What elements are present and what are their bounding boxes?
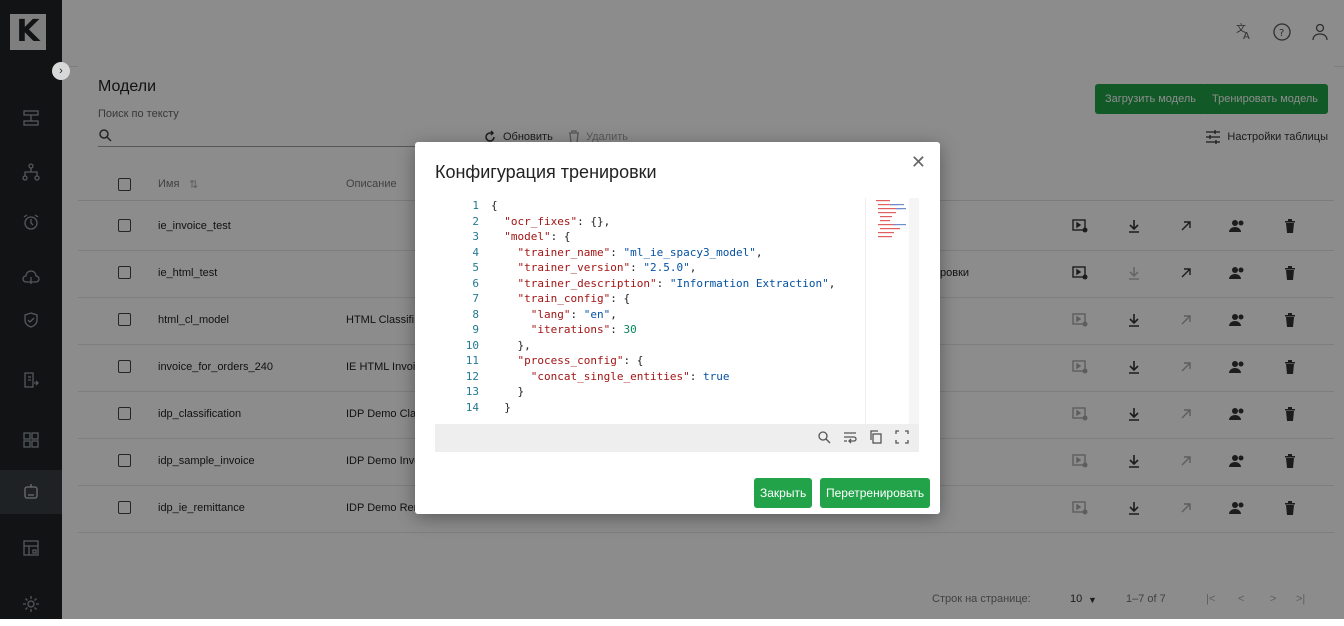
line-number: 1 [472, 199, 479, 212]
code-line[interactable]: "trainer_version": "2.5.0", [491, 260, 835, 276]
json-editor[interactable]: 1 2 3 4 5 6 7 8 9 10 11 12 13 14 { "ocr_fixes": {}, "… [435, 198, 919, 424]
line-number: 13 [465, 385, 479, 398]
code-line[interactable]: "model": { [491, 229, 835, 245]
editor-toolbar [435, 424, 919, 452]
line-number: 2 [472, 214, 479, 228]
line-number: 8 [472, 307, 479, 321]
line-number: 3 [472, 230, 479, 243]
fullscreen-icon[interactable] [895, 430, 909, 447]
code-line[interactable]: "ocr_fixes": {}, [491, 214, 835, 230]
line-number: 12 [465, 369, 479, 383]
code-line[interactable]: "trainer_description": "Information Extr… [491, 276, 836, 292]
code-line[interactable]: "lang": "en", [491, 307, 835, 323]
code-area[interactable]: 1 2 3 4 5 6 7 8 9 10 11 12 13 14 { "ocr_fixes": {}, "… [435, 198, 862, 424]
code-line[interactable]: { [491, 198, 835, 214]
line-number: 7 [472, 292, 479, 305]
line-number: 14 [465, 400, 479, 414]
find-icon[interactable] [817, 430, 831, 447]
code-line[interactable]: } [491, 384, 835, 400]
line-number: 4 [472, 245, 479, 259]
code-line[interactable]: }, [491, 338, 835, 354]
code-line[interactable]: "concat_single_entities": true [491, 369, 835, 385]
code-lines[interactable]: { "ocr_fixes": {}, "model": { "trainer_n… [491, 198, 835, 415]
retrain-button[interactable]: Перетренировать [820, 478, 931, 508]
line-numbers: 1 2 3 4 5 6 7 8 9 10 11 12 13 14 [435, 198, 479, 415]
line-number: 9 [472, 323, 479, 336]
code-line[interactable]: "process_config": { [491, 353, 835, 369]
code-line[interactable]: "train_config": { [491, 291, 835, 307]
sidebar-expand-button[interactable]: › [52, 62, 70, 80]
close-icon[interactable]: ✕ [911, 152, 926, 173]
line-number: 11 [465, 354, 479, 367]
minimap[interactable] [865, 198, 910, 424]
code-line[interactable]: } [491, 400, 835, 416]
editor-scrollbar[interactable] [909, 198, 919, 424]
close-button[interactable]: Закрыть [754, 478, 813, 508]
line-number: 5 [472, 261, 479, 274]
training-config-dialog: Конфигурация тренировки ✕ 1 2 3 4 5 6 7 8 9 10 11 1… [415, 142, 940, 514]
line-number: 10 [465, 338, 479, 352]
dialog-title: Конфигурация тренировки [435, 162, 657, 182]
code-line[interactable]: "iterations": 30 [491, 322, 835, 338]
copy-icon[interactable] [869, 430, 883, 447]
code-line[interactable]: "trainer_name": "ml_ie_spacy3_model", [491, 245, 835, 261]
line-number: 6 [472, 276, 479, 290]
word-wrap-icon[interactable] [843, 430, 857, 447]
